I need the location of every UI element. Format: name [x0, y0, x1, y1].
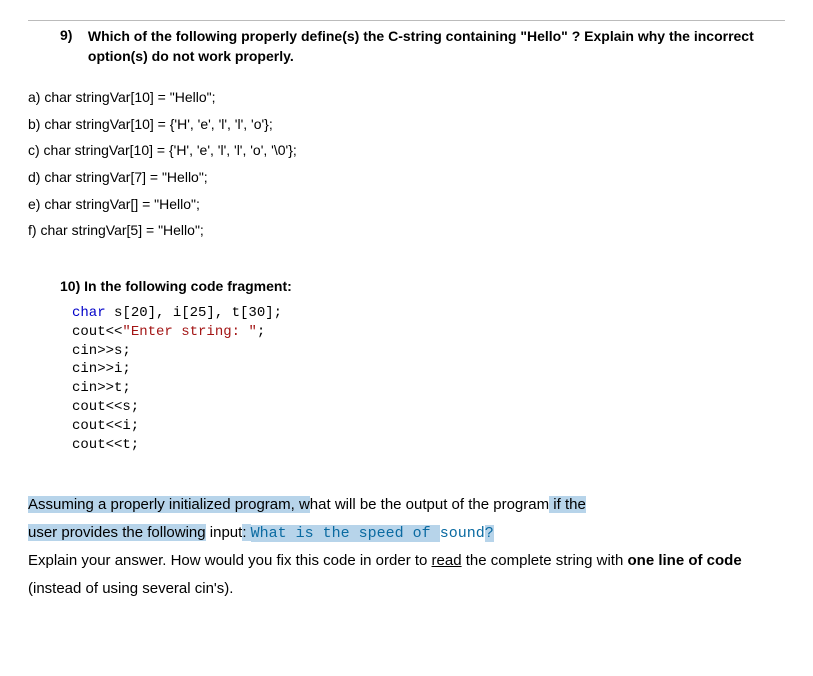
code-line: cin>>t;	[72, 380, 131, 396]
q9-number: 9)	[60, 27, 84, 43]
code-line: cin>>s;	[72, 343, 131, 359]
exp-text: user provides the following	[28, 524, 206, 541]
code-line: cin>>i;	[72, 361, 131, 377]
exp-text: (instead of using several cin's).	[28, 580, 233, 597]
exp-text: if the	[549, 496, 586, 513]
top-divider	[28, 20, 785, 21]
exp-text: input	[206, 524, 243, 541]
q10-header: 10) In the following code fragment:	[60, 278, 785, 294]
code-line: cout<<t;	[72, 437, 139, 453]
exp-text: :	[242, 524, 250, 541]
exp-text: Assuming a properly initialized program,…	[28, 496, 310, 513]
code-line: cout<<i;	[72, 418, 139, 434]
code-semi: ;	[257, 324, 265, 340]
document-page: 9) Which of the following properly defin…	[0, 0, 813, 643]
q9-option-d: d) char stringVar[7] = "Hello";	[28, 164, 785, 191]
code-string-literal: "Enter string: "	[122, 324, 256, 340]
q9-option-a: a) char stringVar[10] = "Hello";	[28, 84, 785, 111]
exp-code-input: What is the speed of	[251, 525, 440, 542]
code-line: cout<<s;	[72, 399, 139, 415]
code-decl: s[20], i[25], t[30];	[106, 305, 282, 321]
exp-text: Explain your answer. How would you fix t…	[28, 552, 432, 569]
q9-option-b: b) char stringVar[10] = {'H', 'e', 'l', …	[28, 111, 785, 138]
q9-option-c: c) char stringVar[10] = {'H', 'e', 'l', …	[28, 137, 785, 164]
exp-bold-oneline: one line of code	[628, 552, 742, 569]
q9-option-f: f) char stringVar[5] = "Hello";	[28, 217, 785, 244]
q9-option-e: e) char stringVar[] = "Hello";	[28, 191, 785, 218]
exp-code-input: ?	[485, 525, 494, 542]
q9-prompt: Which of the following properly define(s…	[88, 27, 778, 66]
exp-text: the complete string with	[462, 552, 628, 569]
code-cout-prefix: cout<<	[72, 324, 122, 340]
exp-text: hat will be the output of the program	[310, 496, 549, 513]
q10-code-block: char s[20], i[25], t[30]; cout<<"Enter s…	[72, 304, 785, 455]
exp-code-input: sound	[440, 525, 485, 542]
q9-options: a) char stringVar[10] = "Hello"; b) char…	[28, 84, 785, 244]
q9-header: 9) Which of the following properly defin…	[60, 27, 785, 66]
exp-underline-read: read	[432, 552, 462, 569]
code-keyword-char: char	[72, 305, 106, 321]
q10-explanation: Assuming a properly initialized program,…	[28, 491, 785, 603]
